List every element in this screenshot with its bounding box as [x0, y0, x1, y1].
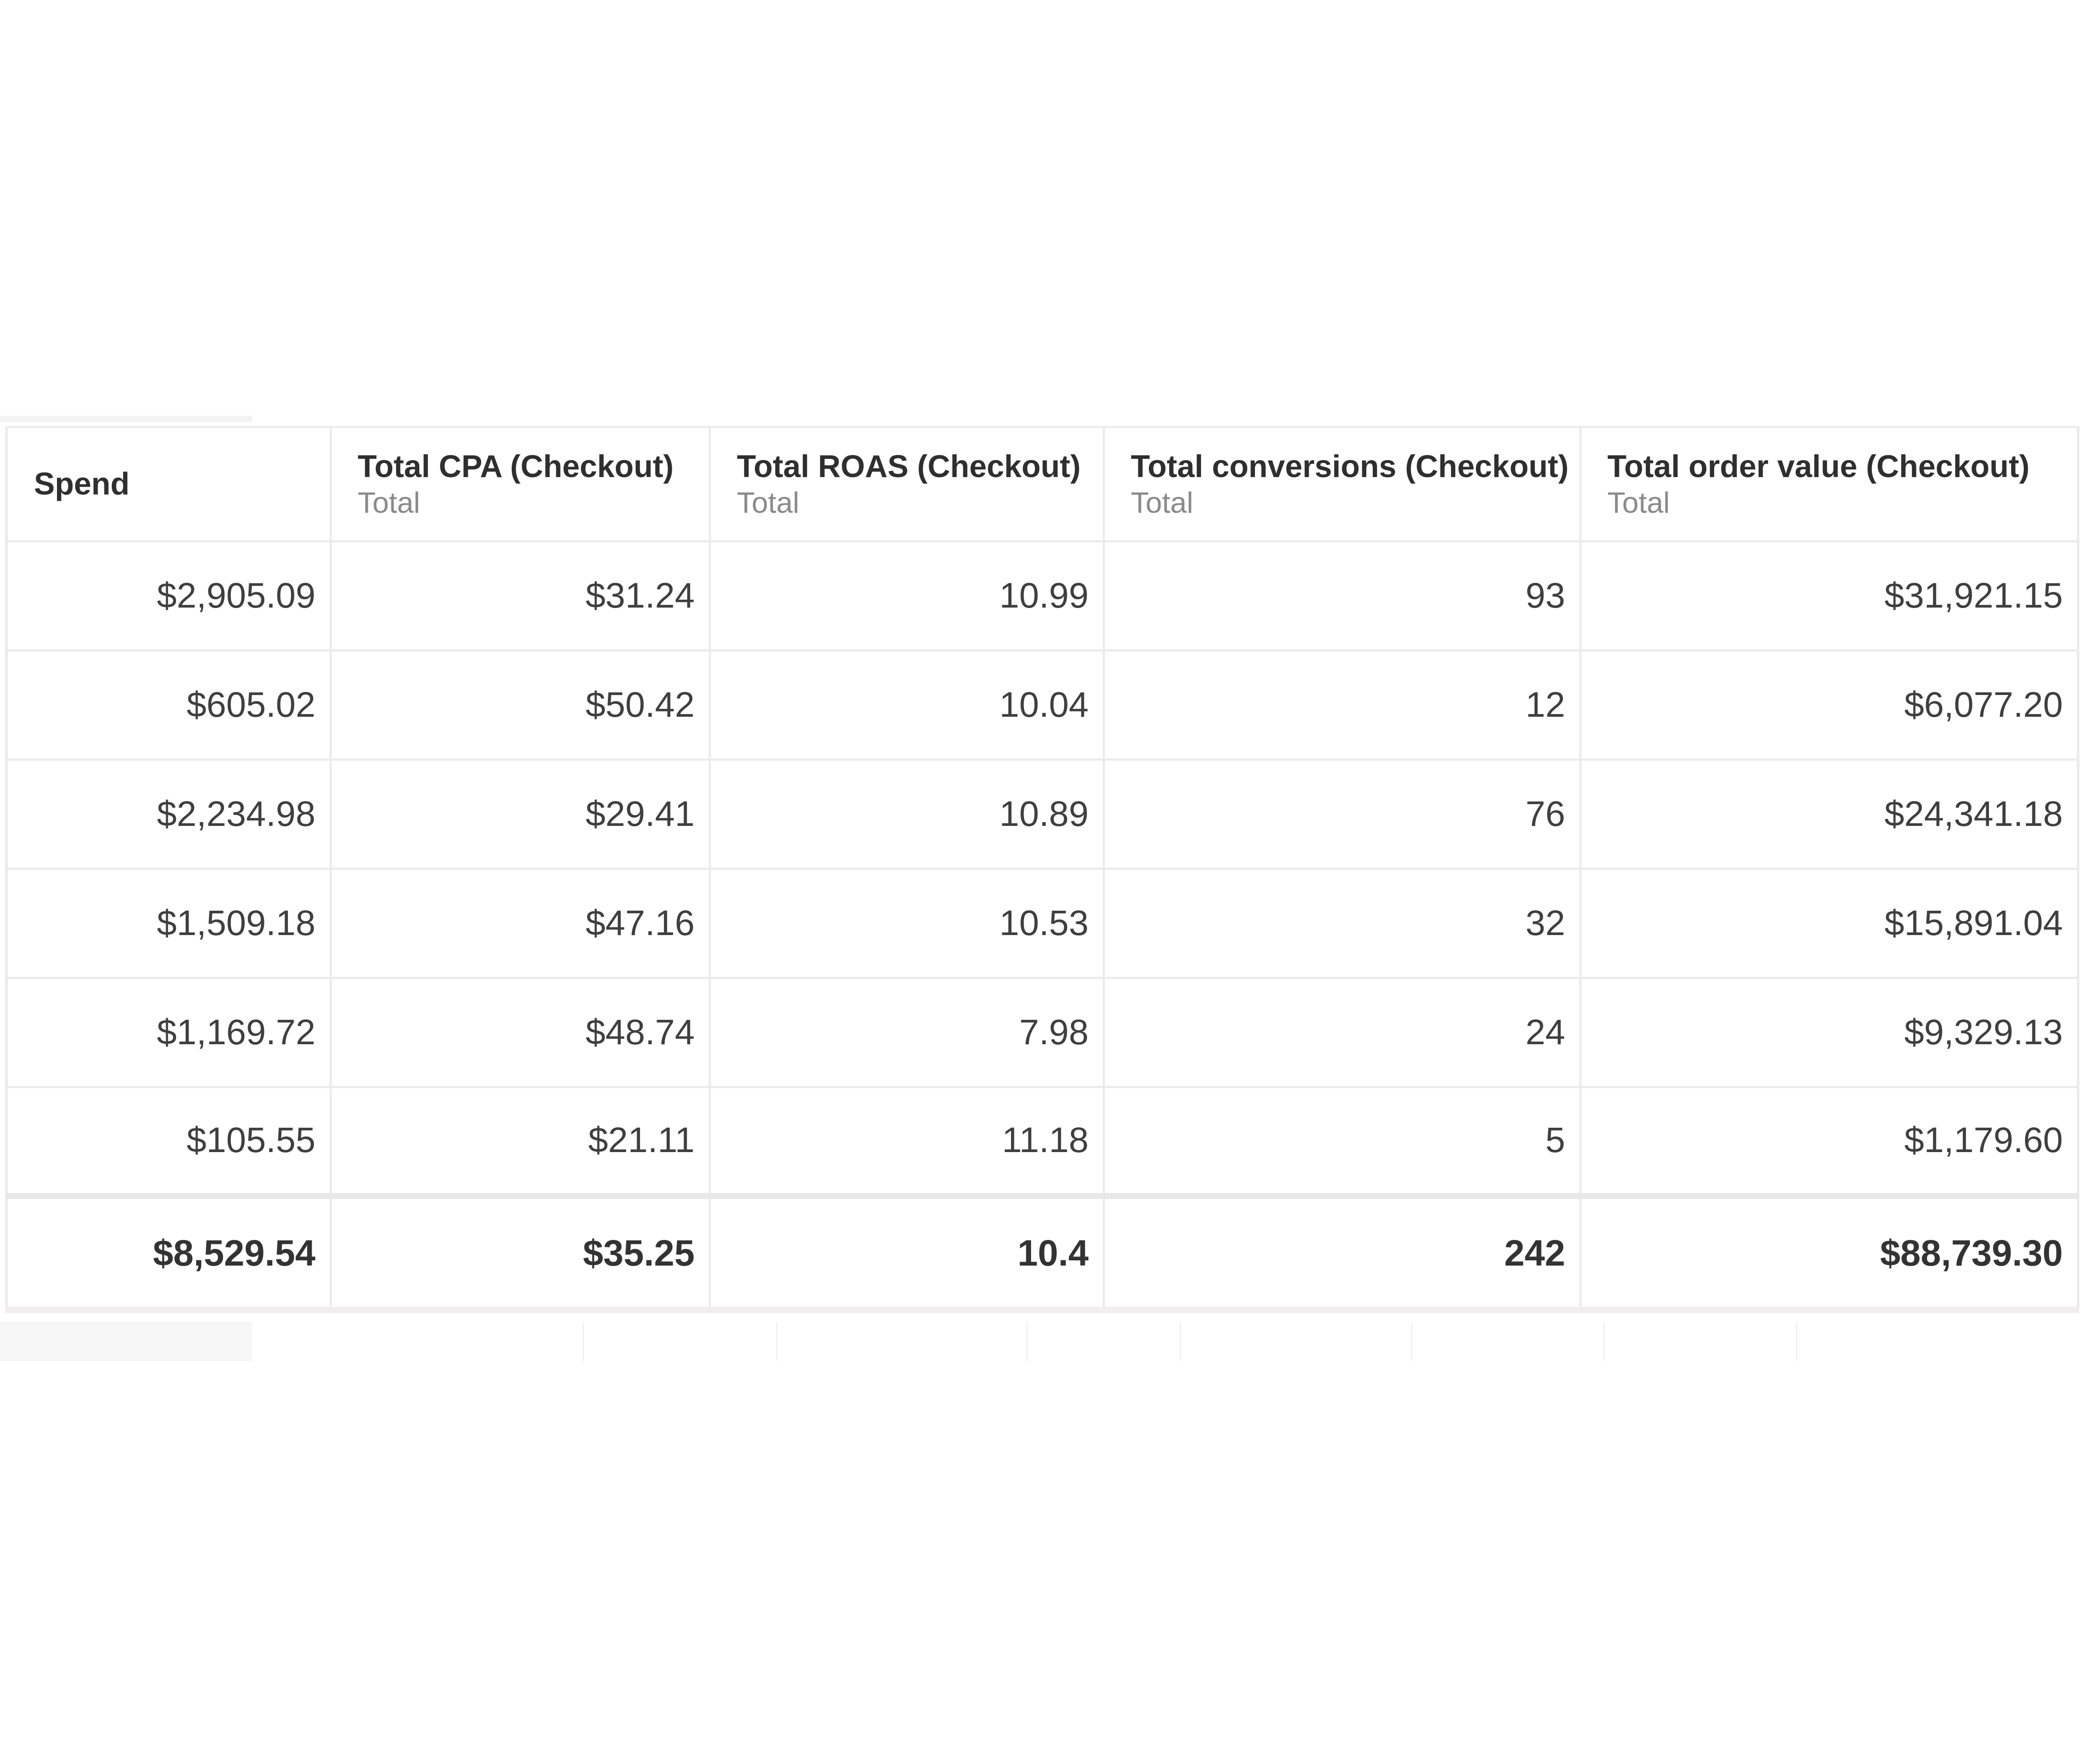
- cell-conversions: 76: [1104, 759, 1582, 870]
- cell-roas: 10.99: [710, 541, 1105, 651]
- column-header-total-roas[interactable]: Total ROAS (Checkout) Total: [710, 427, 1105, 542]
- cell-conversions: 5: [1104, 1087, 1582, 1197]
- column-subtitle: Total: [357, 486, 420, 519]
- cell-roas: 7.98: [710, 978, 1105, 1088]
- cell-conversions: 12: [1104, 650, 1582, 761]
- column-header-spend[interactable]: Spend: [7, 427, 332, 542]
- column-title: Spend: [34, 466, 130, 501]
- cell-order-value: $1,179.60: [1580, 1087, 2078, 1197]
- table-header-row: Spend Total CPA (Checkout) Total Total R…: [7, 427, 2078, 542]
- table-row: $1,169.72 $48.74 7.98 24 $9,329.13: [7, 978, 2078, 1088]
- cell-order-value: $15,891.04: [1580, 869, 2078, 979]
- column-divider: [583, 1322, 584, 1361]
- horizontal-scrollbar-track[interactable]: [0, 1322, 2082, 1361]
- cell-order-value: $31,921.15: [1580, 541, 2078, 651]
- column-divider: [1026, 1322, 1028, 1361]
- table-row: $2,234.98 $29.41 10.89 76 $24,341.18: [7, 759, 2078, 870]
- cell-conversions: 93: [1104, 541, 1582, 651]
- cell-roas: 10.53: [710, 869, 1105, 979]
- column-header-total-conversions[interactable]: Total conversions (Checkout) Total: [1104, 427, 1582, 542]
- cell-conversions: 24: [1104, 978, 1582, 1088]
- table-row: $105.55 $21.11 11.18 5 $1,179.60: [7, 1087, 2078, 1197]
- total-roas: 10.4: [710, 1193, 1105, 1310]
- column-title: Total order value (Checkout): [1607, 449, 2030, 484]
- total-cpa: $35.25: [330, 1193, 711, 1310]
- cell-spend: $1,509.18: [7, 869, 332, 979]
- column-divider: [1603, 1322, 1605, 1361]
- cell-cpa: $48.74: [330, 978, 711, 1088]
- column-subtitle: Total: [1131, 486, 1194, 519]
- table-top-scroll-strip: [0, 416, 252, 422]
- column-subtitle: Total: [1607, 486, 1670, 519]
- column-subtitle: Total: [737, 486, 800, 519]
- column-divider: [1411, 1322, 1412, 1361]
- total-spend: $8,529.54: [7, 1193, 332, 1310]
- total-order-value: $88,739.30: [1580, 1193, 2078, 1310]
- column-divider: [1180, 1322, 1181, 1361]
- cell-cpa: $29.41: [330, 759, 711, 870]
- table-row: $1,509.18 $47.16 10.53 32 $15,891.04: [7, 869, 2078, 979]
- metrics-table: Spend Total CPA (Checkout) Total Total R…: [5, 426, 2079, 1313]
- cell-order-value: $24,341.18: [1580, 759, 2078, 870]
- cell-spend: $2,905.09: [7, 541, 332, 651]
- cell-roas: 10.89: [710, 759, 1105, 870]
- cell-cpa: $47.16: [330, 869, 711, 979]
- cell-roas: 11.18: [710, 1087, 1105, 1197]
- cell-spend: $2,234.98: [7, 759, 332, 870]
- cell-cpa: $31.24: [330, 541, 711, 651]
- column-divider: [1796, 1322, 1797, 1361]
- table-row: $2,905.09 $31.24 10.99 93 $31,921.15: [7, 541, 2078, 651]
- column-header-total-cpa[interactable]: Total CPA (Checkout) Total: [330, 427, 711, 542]
- column-title: Total conversions (Checkout): [1131, 449, 1569, 484]
- cell-roas: 10.04: [710, 650, 1105, 761]
- column-title: Total CPA (Checkout): [357, 449, 674, 484]
- cell-spend: $1,169.72: [7, 978, 332, 1088]
- cell-conversions: 32: [1104, 869, 1582, 979]
- totals-row: $8,529.54 $35.25 10.4 242 $88,739.30: [7, 1193, 2078, 1310]
- cell-cpa: $21.11: [330, 1087, 711, 1197]
- column-title: Total ROAS (Checkout): [737, 449, 1081, 484]
- column-divider: [776, 1322, 777, 1361]
- column-header-total-order-value[interactable]: Total order value (Checkout) Total: [1580, 427, 2078, 542]
- table-row: $605.02 $50.42 10.04 12 $6,077.20: [7, 650, 2078, 761]
- scrollbar-thumb[interactable]: [0, 1322, 252, 1361]
- total-conversions: 242: [1104, 1193, 1582, 1310]
- cell-order-value: $9,329.13: [1580, 978, 2078, 1088]
- cell-cpa: $50.42: [330, 650, 711, 761]
- cell-spend: $105.55: [7, 1087, 332, 1197]
- cell-order-value: $6,077.20: [1580, 650, 2078, 761]
- cell-spend: $605.02: [7, 650, 332, 761]
